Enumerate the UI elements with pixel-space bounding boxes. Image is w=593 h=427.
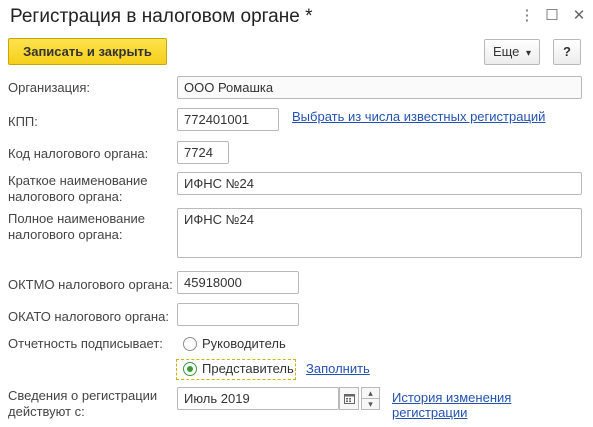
registration-label-line2: действуют с: [8,404,85,419]
history-link-line2[interactable]: регистрации [392,405,467,420]
help-button[interactable]: ? [553,39,581,65]
tax-code-label: Код налогового органа: [8,146,149,161]
radio-representative[interactable] [183,362,197,376]
radio-director[interactable] [183,337,197,351]
more-actions-icon[interactable]: ⋮ [518,6,536,26]
maximize-icon[interactable]: ☐ [543,6,561,26]
select-known-registration-link[interactable]: Выбрать из числа известных регистраций [292,109,545,124]
kpp-label: КПП: [8,114,38,129]
short-name-field[interactable]: ИФНС №24 [177,172,582,195]
calendar-icon [343,394,355,405]
tax-code-field[interactable]: 7724 [177,141,229,164]
chevron-down-icon: ▾ [526,48,532,59]
organization-label: Организация: [8,80,91,95]
full-name-label-line2: налогового органа: [8,227,123,242]
organization-field[interactable]: ООО Ромашка [177,76,582,99]
history-link-line1[interactable]: История изменения [392,390,511,405]
short-name-label-line2: налогового органа: [8,189,123,204]
stepper-down-button[interactable]: ▾ [361,398,380,410]
oktmo-label: ОКТМО налогового органа: [8,277,173,292]
kpp-field[interactable]: 772401001 [177,108,279,131]
radio-representative-label[interactable]: Представитель [202,361,294,376]
okato-label: ОКАТО налогового органа: [8,309,169,324]
more-button[interactable]: Еще ▾ [484,39,540,65]
full-name-label-line1: Полное наименование [8,211,146,226]
save-and-close-button[interactable]: Записать и закрыть [8,38,167,65]
full-name-textarea[interactable]: ИФНС №24 [177,208,582,258]
oktmo-field[interactable]: 45918000 [177,271,299,294]
fill-link[interactable]: Заполнить [306,361,370,376]
short-name-label-line1: Краткое наименование [8,173,148,188]
radio-director-label[interactable]: Руководитель [202,336,286,351]
okato-field[interactable] [177,303,299,326]
registration-label-line1: Сведения о регистрации [8,388,158,403]
window-title: Регистрация в налоговом органе * [10,6,313,27]
more-button-label: Еще [492,44,520,59]
signer-label: Отчетность подписывает: [8,336,163,351]
registration-date-field[interactable]: Июль 2019 [177,387,339,410]
close-icon[interactable]: ✕ [570,6,588,26]
calendar-button[interactable] [339,387,359,410]
